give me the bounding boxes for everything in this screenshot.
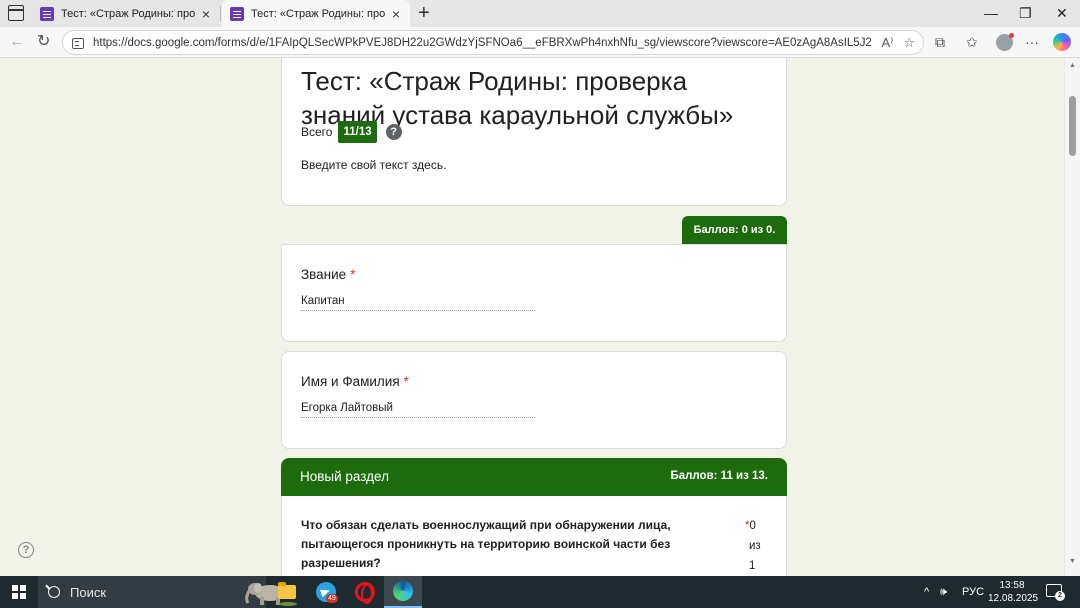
browser-toolbar: ← ↻ https://docs.google.com/forms/d/e/1F… bbox=[0, 27, 1080, 58]
browser-tab-1[interactable]: Тест: «Страж Родины: проверка × bbox=[32, 0, 220, 27]
question-label: Имя и Фамилия * bbox=[301, 374, 409, 389]
question-points: *0 из 1 bbox=[745, 516, 775, 576]
favorite-star-icon[interactable]: ☆ bbox=[903, 35, 915, 51]
tab-title: Тест: «Страж Родины: проверка bbox=[61, 7, 196, 20]
question-text: Что обязан сделать военнослужащий при об… bbox=[301, 518, 671, 570]
tab-separator bbox=[220, 6, 221, 21]
total-score-badge: 11/13 bbox=[338, 121, 377, 143]
windows-start-icon[interactable] bbox=[12, 585, 26, 599]
google-forms-favicon-icon bbox=[230, 6, 244, 21]
scroll-down-icon[interactable]: ▼ bbox=[1069, 558, 1076, 565]
folder-icon bbox=[278, 582, 296, 599]
taskbar-clock[interactable]: 13:58 12.08.2025 bbox=[988, 579, 1039, 605]
back-arrow-icon[interactable]: ← bbox=[9, 33, 25, 51]
required-asterisk: * bbox=[403, 374, 409, 389]
browser-tab-2-active[interactable]: Тест: «Страж Родины: проверка × bbox=[222, 0, 410, 27]
edge-icon bbox=[393, 581, 413, 601]
tab-close-icon[interactable]: × bbox=[200, 7, 212, 21]
scroll-up-icon[interactable]: ▲ bbox=[1069, 62, 1076, 69]
copilot-icon[interactable] bbox=[1053, 33, 1071, 51]
site-info-lock-icon[interactable] bbox=[71, 36, 85, 50]
minimize-icon[interactable]: — bbox=[984, 4, 998, 22]
maximize-icon[interactable]: ❐ bbox=[1019, 4, 1032, 22]
read-aloud-icon[interactable]: A⁾ bbox=[881, 35, 893, 51]
telegram-app[interactable]: 49 bbox=[307, 576, 345, 608]
clock-time: 13:58 bbox=[999, 580, 1025, 591]
tab-actions-icon[interactable] bbox=[8, 5, 24, 21]
points-max: 1 bbox=[749, 560, 756, 572]
new-tab-plus-icon[interactable]: + bbox=[418, 2, 430, 24]
search-icon bbox=[48, 586, 60, 598]
section-score: Баллов: 11 из 13. bbox=[670, 470, 768, 482]
points-got: 0 bbox=[749, 520, 756, 532]
form-header-card: Тест: «Страж Родины: проверка знаний уст… bbox=[281, 58, 787, 206]
clock-date: 12.08.2025 bbox=[988, 593, 1039, 604]
help-icon[interactable]: ? bbox=[385, 124, 402, 140]
telegram-icon: 49 bbox=[316, 582, 338, 603]
total-label: Всего bbox=[301, 125, 333, 139]
favorites-icon[interactable]: ✩ bbox=[966, 34, 978, 50]
form-description: Введите свой текст здесь. bbox=[301, 158, 447, 172]
page-viewport: Тест: «Страж Родины: проверка знаний уст… bbox=[0, 58, 1064, 576]
tab-title: Тест: «Страж Родины: проверка bbox=[251, 7, 386, 20]
volume-icon[interactable]: 🕪 bbox=[940, 585, 947, 599]
profile-status-dot bbox=[1009, 33, 1014, 38]
answer-value: Капитан bbox=[301, 295, 535, 311]
page-help-icon[interactable]: ? bbox=[18, 542, 34, 558]
scroll-thumb[interactable] bbox=[1069, 96, 1076, 156]
tab-close-icon[interactable]: × bbox=[390, 7, 402, 21]
points-tab-badge: Баллов: 0 из 0. bbox=[682, 216, 787, 244]
taskbar-search-box[interactable]: Поиск bbox=[38, 576, 297, 608]
language-indicator[interactable]: РУС bbox=[962, 585, 984, 599]
browser-tab-strip: Тест: «Страж Родины: проверка × Тест: «С… bbox=[0, 0, 1080, 27]
opera-icon bbox=[355, 582, 375, 604]
close-window-icon[interactable]: ✕ bbox=[1056, 4, 1068, 22]
notifications-count: 2 bbox=[1055, 591, 1065, 601]
extensions-icon[interactable]: ⧉ bbox=[935, 34, 945, 50]
tray-chevron-icon[interactable]: ^ bbox=[924, 585, 929, 599]
question-title: Звание bbox=[301, 267, 347, 282]
more-menu-icon[interactable]: ··· bbox=[1025, 34, 1039, 50]
refresh-icon[interactable]: ↻ bbox=[37, 33, 50, 51]
google-forms-favicon-icon bbox=[40, 6, 54, 21]
points-of: из bbox=[749, 540, 761, 552]
question-label: Звание * bbox=[301, 267, 355, 282]
search-label: Поиск bbox=[70, 584, 107, 600]
section-header: Новый раздел Баллов: 11 из 13. bbox=[281, 458, 787, 496]
windows-taskbar: Поиск 49 ^ 🕪 РУС 13:58 12.08.2025 2 bbox=[0, 576, 1080, 608]
address-bar[interactable]: https://docs.google.com/forms/d/e/1FAIpQ… bbox=[62, 30, 924, 55]
edge-app[interactable] bbox=[384, 576, 422, 608]
url-text[interactable]: https://docs.google.com/forms/d/e/1FAIpQ… bbox=[93, 37, 871, 49]
opera-app[interactable] bbox=[346, 576, 384, 608]
question-card-name: Имя и Фамилия * Егорка Лайтовый bbox=[281, 351, 787, 449]
telegram-unread-badge: 49 bbox=[326, 594, 338, 603]
question-card-intruder: Что обязан сделать военнослужащий при об… bbox=[281, 496, 787, 576]
page-scrollbar[interactable]: ▲ ▼ bbox=[1064, 58, 1080, 576]
required-asterisk: * bbox=[350, 267, 356, 282]
file-explorer-app[interactable] bbox=[268, 576, 306, 608]
question-card-rank: Звание * Капитан bbox=[281, 244, 787, 342]
question-title: Имя и Фамилия bbox=[301, 374, 400, 389]
total-score-row: Всего 11/13 ? bbox=[301, 121, 402, 143]
answer-value: Егорка Лайтовый bbox=[301, 402, 535, 418]
section-title: Новый раздел bbox=[300, 469, 389, 484]
